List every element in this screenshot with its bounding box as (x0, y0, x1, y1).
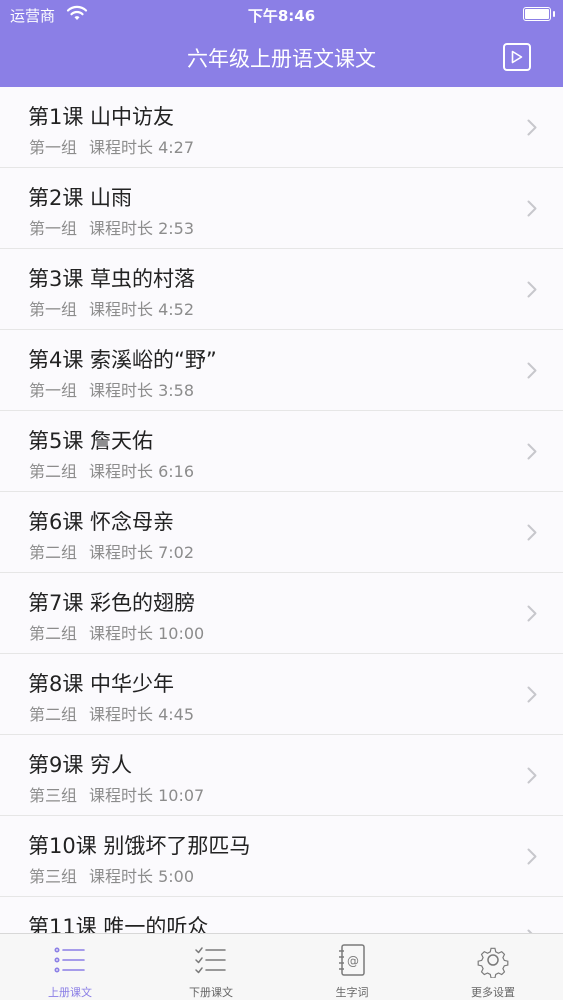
lesson-meta: 第二组 课程时长 10:00 (29, 620, 204, 644)
tab-label: 更多设置 (471, 986, 515, 999)
tab-more-settings[interactable]: 更多设置 (423, 934, 563, 1001)
chevron-right-icon (527, 200, 537, 217)
lesson-duration: 课程时长 10:00 (89, 624, 205, 643)
page-title: 六年级上册语文课文 (187, 47, 376, 71)
lesson-meta: 第三组 课程时长 10:07 (29, 782, 204, 806)
lesson-meta: 第一组 课程时长 3:58 (29, 377, 194, 401)
lesson-title: 第5课 詹天佑 (28, 429, 154, 453)
lesson-row[interactable]: 第2课 山雨 第一组 课程时长 2:53 (0, 168, 563, 249)
lesson-row[interactable]: 第11课 唯一的听众 (0, 897, 563, 933)
status-bar: 运营商 下午8:46 (0, 0, 563, 30)
lesson-row[interactable]: 第1课 山中访友 第一组 课程时长 4:27 (0, 87, 563, 168)
lesson-meta: 第二组 课程时长 4:45 (29, 701, 194, 725)
lesson-group: 第三组 (29, 867, 78, 886)
lesson-meta: 第一组 课程时长 4:27 (29, 134, 194, 158)
chevron-right-icon (527, 767, 537, 784)
lesson-meta: 第二组 课程时长 6:16 (29, 458, 194, 482)
battery-icon (523, 7, 555, 21)
lesson-meta: 第一组 课程时长 2:53 (29, 215, 194, 239)
tab-label: 下册课文 (189, 986, 233, 999)
chevron-right-icon (527, 281, 537, 298)
lesson-duration: 课程时长 7:02 (89, 543, 195, 562)
lesson-group: 第二组 (29, 624, 78, 643)
list-icon (54, 947, 85, 973)
lesson-meta: 第二组 课程时长 7:02 (29, 539, 194, 563)
lesson-duration: 课程时长 4:52 (89, 300, 195, 319)
lesson-group: 第一组 (29, 381, 78, 400)
svg-text:@: @ (347, 954, 359, 968)
tab-label: 生字词 (335, 986, 369, 999)
tab-bar: 上册课文 下册课文 @ 生字词 更多设置 (0, 933, 563, 1000)
chevron-right-icon (527, 686, 537, 703)
lesson-row[interactable]: 第5课 詹天佑 第二组 课程时长 6:16 (0, 411, 563, 492)
checklist-icon (195, 947, 226, 974)
lesson-meta: 第三组 课程时长 5:00 (29, 863, 194, 887)
lesson-group: 第二组 (29, 543, 78, 562)
tab-label: 上册课文 (48, 986, 92, 999)
lesson-title: 第7课 彩色的翅膀 (28, 591, 196, 615)
lesson-group: 第一组 (29, 138, 78, 157)
tab-vocabulary[interactable]: @ 生字词 (282, 934, 422, 1001)
lesson-title: 第4课 索溪峪的“野” (28, 348, 217, 372)
chevron-right-icon (527, 605, 537, 622)
tab-lower-volume[interactable]: 下册课文 (141, 934, 281, 1001)
play-icon (511, 50, 523, 64)
gear-icon (477, 947, 509, 978)
nav-header: 运营商 下午8:46 六年级上册语文课文 (0, 0, 563, 87)
clock: 下午8:46 (247, 7, 316, 25)
lesson-group: 第二组 (29, 705, 78, 724)
lesson-title: 第10课 别饿坏了那匹马 (28, 834, 251, 858)
contacts-book-icon: @ (339, 944, 365, 976)
lesson-row[interactable]: 第6课 怀念母亲 第二组 课程时长 7:02 (0, 492, 563, 573)
lesson-title: 第3课 草虫的村落 (28, 267, 196, 291)
lesson-row[interactable]: 第8课 中华少年 第二组 课程时长 4:45 (0, 654, 563, 735)
play-all-button[interactable] (503, 43, 531, 71)
chevron-right-icon (527, 848, 537, 865)
lesson-title: 第2课 山雨 (28, 186, 133, 210)
lesson-duration: 课程时长 4:45 (89, 705, 195, 724)
lesson-title: 第11课 唯一的听众 (28, 915, 209, 933)
lesson-group: 第二组 (29, 462, 78, 481)
lesson-group: 第一组 (29, 300, 78, 319)
lesson-title: 第9课 穷人 (28, 753, 133, 777)
lesson-duration: 课程时长 3:58 (89, 381, 195, 400)
lesson-duration: 课程时长 5:00 (89, 867, 195, 886)
lesson-duration: 课程时长 6:16 (89, 462, 195, 481)
lesson-title: 第8课 中华少年 (28, 672, 175, 696)
lesson-duration: 课程时长 2:53 (89, 219, 195, 238)
lesson-group: 第一组 (29, 219, 78, 238)
tab-upper-volume[interactable]: 上册课文 (0, 934, 140, 1001)
lesson-title: 第1课 山中访友 (28, 105, 175, 129)
lesson-duration: 课程时长 10:07 (89, 786, 205, 805)
lesson-row[interactable]: 第10课 别饿坏了那匹马 第三组 课程时长 5:00 (0, 816, 563, 897)
lesson-row[interactable]: 第4课 索溪峪的“野” 第一组 课程时长 3:58 (0, 330, 563, 411)
lesson-group: 第三组 (29, 786, 78, 805)
lesson-list[interactable]: 第1课 山中访友 第一组 课程时长 4:27 第2课 山雨 第一组 课程时长 2:5… (0, 87, 563, 933)
lesson-row[interactable]: 第9课 穷人 第三组 课程时长 10:07 (0, 735, 563, 816)
chevron-right-icon (527, 524, 537, 541)
lesson-duration: 课程时长 4:27 (89, 138, 195, 157)
lesson-title: 第6课 怀念母亲 (28, 510, 175, 534)
lesson-row[interactable]: 第3课 草虫的村落 第一组 课程时长 4:52 (0, 249, 563, 330)
chevron-right-icon (527, 119, 537, 136)
chevron-right-icon (527, 362, 537, 379)
chevron-right-icon (527, 443, 537, 460)
lesson-meta: 第一组 课程时长 4:52 (29, 296, 194, 320)
lesson-row[interactable]: 第7课 彩色的翅膀 第二组 课程时长 10:00 (0, 573, 563, 654)
